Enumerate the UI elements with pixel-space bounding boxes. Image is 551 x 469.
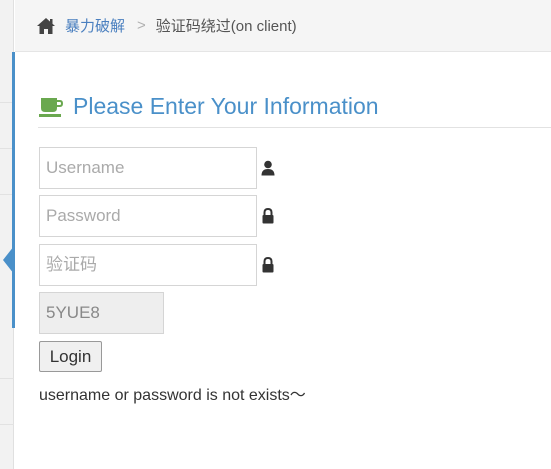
breadcrumb-separator: > xyxy=(137,17,146,34)
status-message: username or password is not exists～ xyxy=(39,387,306,404)
vcode-field[interactable] xyxy=(39,244,257,286)
captcha-display: 5YUE8 xyxy=(39,292,164,334)
user-icon xyxy=(261,160,275,176)
sidebar-active-indicator xyxy=(12,52,15,328)
breadcrumb-current: 验证码绕过(on client) xyxy=(155,18,297,35)
lock-icon xyxy=(262,257,274,273)
breadcrumb-home-link[interactable]: 暴力破解 xyxy=(65,15,125,36)
home-icon[interactable] xyxy=(36,17,56,35)
sidebar-strip xyxy=(0,0,15,469)
lock-icon xyxy=(262,208,274,224)
coffee-cup-icon xyxy=(39,97,63,117)
sidebar-active-arrow xyxy=(3,246,14,274)
sidebar-divider xyxy=(0,424,14,425)
login-button[interactable]: Login xyxy=(39,341,102,372)
page-title: Please Enter Your Information xyxy=(73,93,379,119)
username-field[interactable] xyxy=(39,147,257,189)
sidebar-divider xyxy=(0,378,14,379)
breadcrumb: 暴力破解 > 验证码绕过(on client) xyxy=(15,0,551,52)
page-header: Please Enter Your Information xyxy=(38,86,551,128)
password-field[interactable] xyxy=(39,195,257,237)
